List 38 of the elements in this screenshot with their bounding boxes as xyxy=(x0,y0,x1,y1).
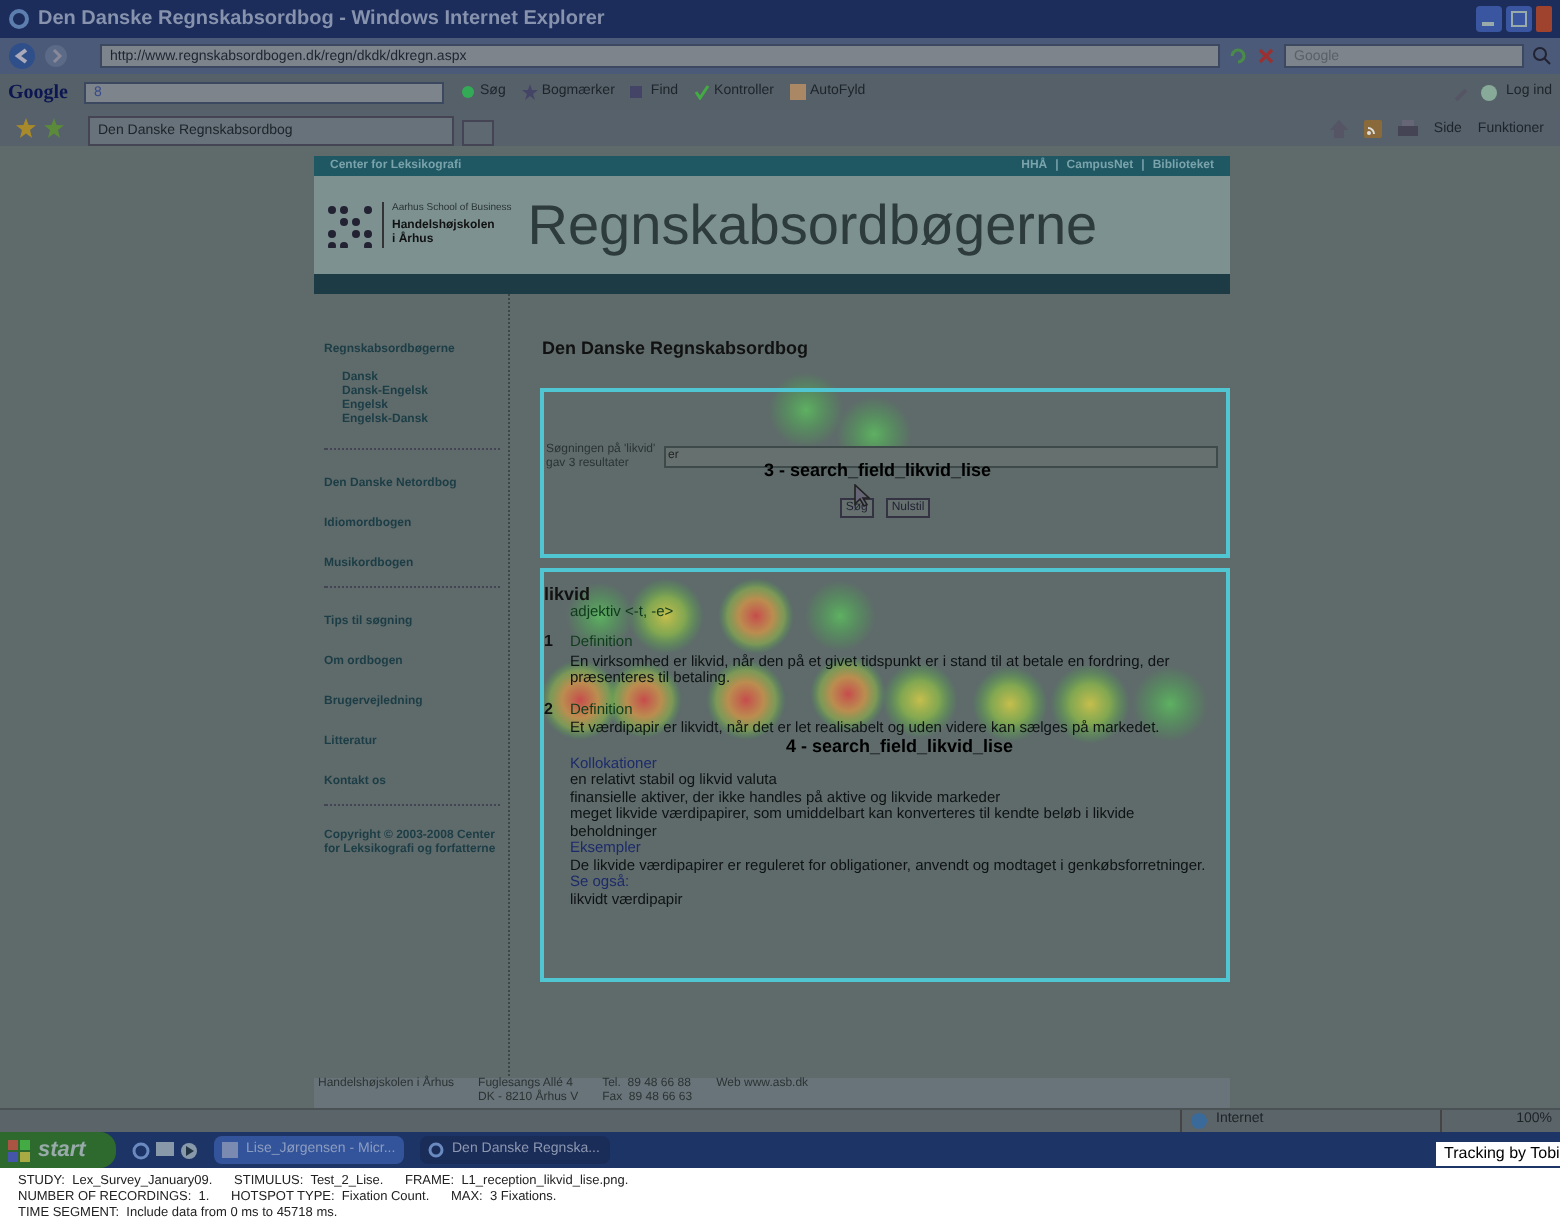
note-icon[interactable] xyxy=(790,84,807,100)
ie-icon[interactable] xyxy=(428,1142,444,1158)
square-icon[interactable] xyxy=(630,84,647,100)
maximize-icon[interactable] xyxy=(1506,6,1532,32)
dot-icon[interactable] xyxy=(460,84,476,100)
headword: likvid xyxy=(544,583,593,603)
new-tab-button[interactable] xyxy=(462,120,494,146)
google-logo: Google xyxy=(8,79,68,107)
printer-icon[interactable] xyxy=(1397,120,1418,139)
minimize-icon[interactable] xyxy=(1476,6,1502,32)
media-icon[interactable] xyxy=(180,1141,198,1159)
banner-title: Regnskabsordbøgerne xyxy=(527,191,1098,260)
star-icon[interactable] xyxy=(521,84,538,100)
add-favorite-icon[interactable] xyxy=(44,118,64,138)
heat-spot xyxy=(768,372,844,448)
dots-logo-icon[interactable] xyxy=(326,203,374,247)
sense-number: 2 xyxy=(544,701,555,721)
feed-icon[interactable] xyxy=(1363,120,1382,139)
start-button[interactable]: start xyxy=(0,1132,116,1168)
tracking-label: Tracking by Tobi xyxy=(1436,1142,1560,1166)
windows-logo-icon[interactable] xyxy=(8,1139,30,1161)
heat-spot xyxy=(628,578,704,654)
stop-icon[interactable] xyxy=(1256,46,1276,66)
page-title: Den Danske Regnskabsordbog xyxy=(542,336,811,362)
aoi-label: 4 - search_field_likvid_lise xyxy=(786,737,1014,755)
favorites-star-icon[interactable] xyxy=(16,118,36,138)
sense-number: 1 xyxy=(544,634,555,654)
window-title: Den Danske Regnskabsordbog - Windows Internet Explorer xyxy=(38,6,605,34)
refresh-icon[interactable] xyxy=(1228,46,1248,66)
back-icon[interactable] xyxy=(8,42,36,70)
desktop-icon[interactable] xyxy=(156,1141,174,1159)
heat-spot xyxy=(718,578,794,654)
checkmark-icon[interactable] xyxy=(694,84,711,100)
ie-icon[interactable] xyxy=(132,1141,150,1159)
ie-icon[interactable] xyxy=(8,8,30,30)
search-icon[interactable] xyxy=(1532,46,1552,66)
heat-spot xyxy=(804,580,876,652)
forward-icon[interactable] xyxy=(44,44,68,68)
